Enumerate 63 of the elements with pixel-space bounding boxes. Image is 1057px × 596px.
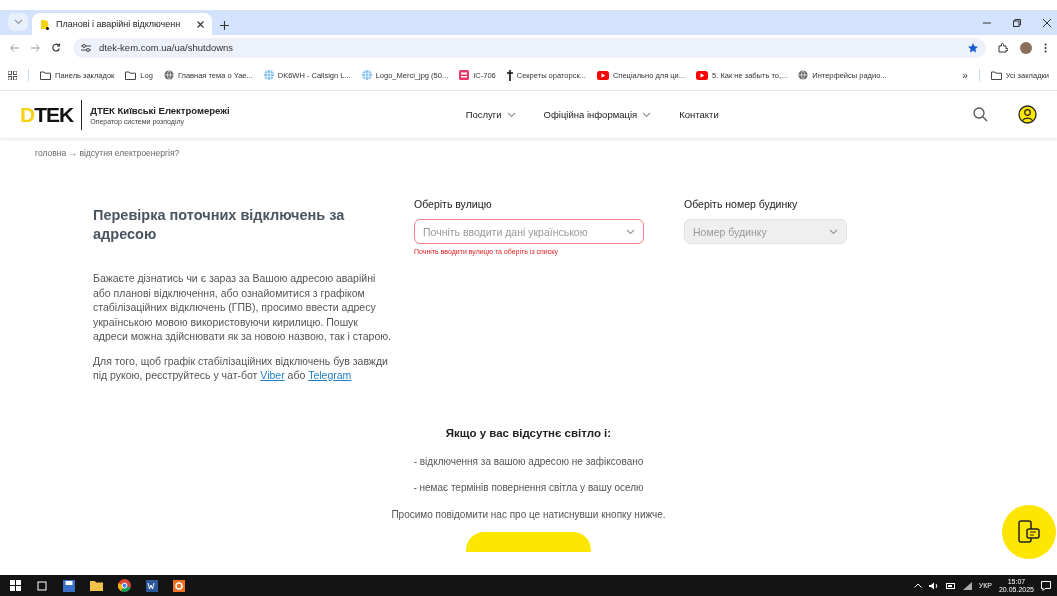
folder-icon [990, 70, 1002, 80]
apps-grid-icon[interactable] [8, 70, 17, 80]
new-tab-icon[interactable] [220, 21, 229, 30]
info-text: Просимо повідомити нас про це натиснувши кнопку нижче. [391, 507, 666, 522]
notification-icon[interactable] [1041, 580, 1051, 591]
windows-logo-icon[interactable] [10, 580, 21, 591]
breadcrumb[interactable]: головна → відсутня електроенергія? [0, 138, 1057, 158]
chevron-down-icon [13, 19, 23, 25]
more-bookmarks-button[interactable]: » [962, 69, 968, 81]
video-play-icon [696, 70, 709, 80]
chevron-down-icon [642, 111, 652, 118]
network-icon[interactable] [962, 581, 972, 590]
reload-icon[interactable] [52, 43, 61, 52]
site-settings-icon[interactable] [81, 43, 91, 52]
url-text: dtek-kem.com.ua/ua/shutdowns [99, 42, 235, 53]
folder-icon[interactable] [90, 580, 103, 591]
info-text: - немає термінів повернення світла у вашу оселю [413, 481, 644, 495]
field-label: Оберіть номер будинку [684, 198, 799, 210]
grid-site-icon [263, 70, 274, 80]
folder-icon [125, 70, 137, 80]
globe-icon [163, 70, 174, 80]
brand-name: ДТЕК Київські Електромережі [90, 104, 230, 116]
chevron-down-icon [506, 111, 516, 118]
browser-tab[interactable]: Планові і аварійні відключенн [32, 13, 212, 35]
viber-link[interactable]: Viber [260, 369, 285, 381]
grid-site-icon [361, 70, 372, 80]
ring-app-icon[interactable] [173, 579, 185, 592]
site-logo[interactable]: DTEK [20, 99, 83, 130]
speaker-icon[interactable] [928, 581, 939, 590]
chrome-icon[interactable] [118, 579, 131, 592]
section-heading: Якщо у вас відсутнє світло і: [445, 426, 612, 439]
avatar-icon[interactable] [1020, 41, 1032, 54]
folder-icon [40, 70, 51, 80]
chevron-up-icon[interactable] [913, 583, 922, 588]
chat-button[interactable] [1002, 505, 1056, 559]
restore-icon[interactable] [1013, 19, 1021, 27]
nav-link[interactable]: Контакти [679, 109, 719, 120]
nav-link[interactable]: Офіційна інформація [543, 109, 652, 120]
close-icon[interactable] [1043, 19, 1051, 27]
search-icon[interactable] [973, 107, 988, 122]
phone-chat-icon [1018, 520, 1040, 544]
video-play-icon [596, 70, 609, 80]
site-logo-icon [40, 18, 50, 30]
section-heading: Перевірка поточних відключень за адресою [93, 206, 346, 244]
close-icon[interactable] [197, 20, 204, 28]
telegram-link[interactable]: Telegram [308, 369, 352, 381]
field-label: Оберіть вулицю [414, 198, 493, 210]
badge-icon [459, 70, 470, 80]
word-icon[interactable] [146, 579, 158, 592]
chevron-down-icon [829, 228, 838, 235]
nav-link[interactable]: Послуги [465, 109, 516, 120]
extensions-icon[interactable] [998, 42, 1008, 53]
info-text: - відключення за вашою адресою не зафіксовано [413, 454, 644, 469]
task-view-icon[interactable] [36, 580, 48, 591]
globe-icon [798, 70, 809, 80]
bookmark-star-icon[interactable] [968, 42, 978, 53]
info-paragraph: Бажаєте дізнатись чи є зараз за Вашою адресою аварійні або планові відключення, або ознайомитися з графіком стабілізаційних відключень (ГПВ), просимо ввести адресу українською мовою використовуючи кирилицю. Пошук адреси можна здійснювати як за новою назвою, так і старою. [93, 271, 393, 344]
user-icon[interactable] [1018, 105, 1037, 124]
chevron-down-icon [626, 228, 635, 235]
more-menu-icon[interactable] [1044, 42, 1047, 53]
info-paragraph: Для того, щоб графік стабілізаційних відключень був завжди під рукою, реєструйтесь у чат-бот Viber або Telegram [93, 353, 389, 383]
address-bar[interactable]: dtek-kem.com.ua/ua/shutdowns [73, 37, 986, 58]
battery-icon[interactable] [945, 582, 956, 589]
